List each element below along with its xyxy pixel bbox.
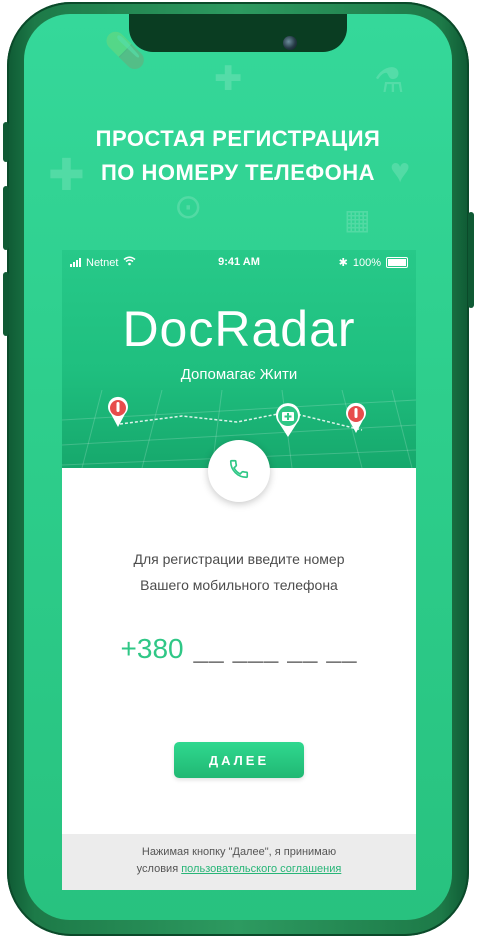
next-button[interactable]: ДАЛЕЕ [174,742,304,778]
notch [129,14,347,52]
headline-line-1: ПРОСТАЯ РЕГИСТРАЦИЯ [95,126,381,151]
instruction-line-2: Вашего мобильного телефона [140,577,338,593]
terms-footer: Нажимая кнопку "Далее", я принимаю услов… [62,834,416,890]
terms-text-prefix: условия [136,863,182,875]
side-button-left-1 [3,122,9,162]
country-code: +380 [120,633,184,664]
phone-badge [208,440,270,502]
headline-line-2: ПО НОМЕРУ ТЕЛЕФОНА [100,160,376,185]
pills-icon: ▦ [344,204,371,235]
bluetooth-icon: ✱ [338,257,348,269]
side-button-left-2 [3,186,9,250]
cross-icon: ✚ [214,60,243,98]
side-button-left-3 [3,272,9,336]
battery-percent: 100% [352,256,381,269]
map-pin-medical [274,402,302,443]
phone-number-field[interactable]: __ ___ __ __ [194,634,358,665]
terms-text-line-1: Нажимая кнопку "Далее", я принимаю [141,846,337,858]
battery-icon [386,257,408,268]
status-bar: Netnet 9:41 AM ✱ 100% [62,250,416,274]
app-header: Netnet 9:41 AM ✱ 100% DocRadar Допомагає… [62,250,416,468]
flask-icon: ⚗ [374,62,405,100]
camera-icon [283,36,297,50]
registration-instruction: Для регистрации введите номер Вашего моб… [62,546,416,598]
promo-headline: ПРОСТАЯ РЕГИСТРАЦИЯ ПО НОМЕРУ ТЕЛЕФОНА [24,122,452,190]
phone-input[interactable]: +380 __ ___ __ __ [62,633,416,665]
map-pin-thermometer-1 [106,396,130,433]
app-tagline: Допомагає Жити [180,366,298,383]
app-logo: DocRadar [122,301,356,357]
app-screen: Netnet 9:41 AM ✱ 100% DocRadar Допомагає… [62,250,416,890]
terms-link[interactable]: пользовательского соглашения [181,863,341,875]
side-button-right [468,212,474,308]
stethoscope-icon: ⊙ [174,188,203,226]
phone-icon [228,458,250,485]
instruction-line-1: Для регистрации введите номер [133,551,345,567]
map-pin-thermometer-2 [344,402,368,439]
phone-screen: ✚ 💊 ✚ ♥ ⚗ ⊙ ▦ ПРОСТАЯ РЕГИСТРАЦИЯ ПО НОМ… [24,14,452,920]
